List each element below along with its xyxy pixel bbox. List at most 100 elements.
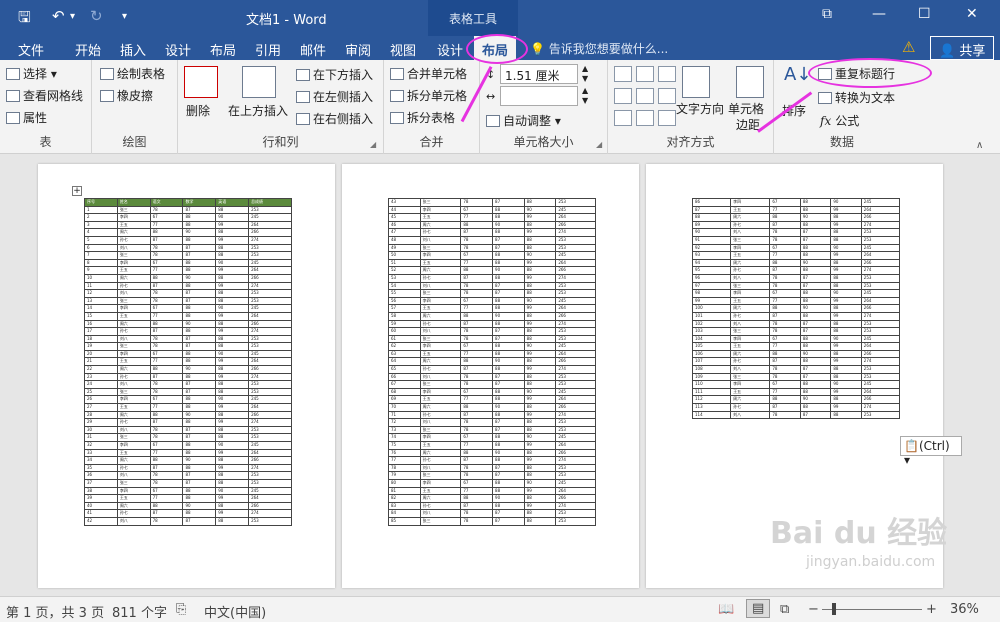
table-row[interactable]: 99 王五 77 88 99 264 bbox=[691, 296, 901, 306]
table-cell[interactable]: 87 bbox=[769, 220, 801, 230]
table-cell[interactable]: 87 bbox=[799, 372, 832, 382]
table-cell[interactable]: 98 bbox=[691, 289, 732, 298]
table-cell[interactable]: 78 bbox=[460, 509, 494, 518]
table-cell[interactable]: 87 bbox=[492, 516, 525, 526]
view-gridlines-button[interactable]: 查看网格线 bbox=[6, 87, 83, 104]
table-cell[interactable]: 15 bbox=[84, 311, 118, 321]
table-cell[interactable]: 28 bbox=[84, 410, 118, 420]
tab-insert[interactable]: 插入 bbox=[120, 40, 146, 59]
table-cell[interactable]: 99 bbox=[830, 266, 862, 275]
table-row[interactable]: 73 张三 78 87 88 253 bbox=[388, 425, 596, 435]
table-cell[interactable]: 88 bbox=[799, 342, 832, 351]
table-cell[interactable]: 70 bbox=[388, 403, 421, 412]
table-cell[interactable]: 100 bbox=[691, 304, 732, 313]
table-cell[interactable]: 李四 bbox=[730, 334, 771, 344]
table-cell[interactable]: 87 bbox=[182, 478, 217, 488]
table-cell[interactable]: 111 bbox=[691, 387, 732, 397]
table-cell[interactable]: 刘八 bbox=[730, 410, 771, 420]
table-cell[interactable]: 5 bbox=[84, 235, 118, 245]
table-cell[interactable]: 87 bbox=[492, 327, 525, 336]
table-cell[interactable]: 88 bbox=[830, 349, 862, 359]
table-cell[interactable]: 264 bbox=[248, 311, 292, 321]
table-cell[interactable]: 99 bbox=[215, 403, 250, 412]
table-cell[interactable]: 88 bbox=[830, 228, 862, 237]
table-cell[interactable]: 李四 bbox=[730, 198, 771, 207]
table-cell[interactable]: 88 bbox=[182, 486, 217, 496]
table-cell[interactable]: 王五 bbox=[419, 258, 462, 268]
table-row[interactable]: 109 张三 78 87 88 253 bbox=[691, 372, 901, 382]
table-cell[interactable]: 67 bbox=[460, 387, 494, 397]
table-cell[interactable]: 88 bbox=[799, 403, 832, 412]
table-cell[interactable]: 99 bbox=[215, 235, 250, 245]
align-bottom-right-icon[interactable] bbox=[658, 110, 676, 126]
table-cell[interactable]: 274 bbox=[555, 365, 596, 374]
table-cell[interactable]: 孙七 bbox=[116, 235, 151, 245]
table-cell[interactable]: 264 bbox=[248, 220, 292, 230]
table-cell[interactable]: 17 bbox=[84, 327, 118, 336]
table-cell[interactable]: 78 bbox=[460, 516, 494, 526]
width-spinner-icon[interactable]: ▲ ▼ bbox=[582, 86, 588, 106]
collapse-ribbon-icon[interactable]: ∧ bbox=[976, 140, 983, 151]
table-cell[interactable]: 88 bbox=[492, 319, 525, 329]
table-cell[interactable]: 82 bbox=[388, 494, 421, 503]
table-row[interactable]: 22 周六 88 90 88 266 bbox=[84, 365, 292, 374]
table-cell[interactable]: 87 bbox=[799, 365, 832, 374]
table-row[interactable]: 70 周六 88 90 88 266 bbox=[388, 403, 596, 412]
table-cell[interactable]: 77 bbox=[769, 296, 801, 306]
table-row[interactable]: 101 孙七 87 88 99 274 bbox=[691, 311, 901, 321]
table-cell[interactable]: 88 bbox=[769, 349, 801, 359]
table-cell[interactable]: 77 bbox=[149, 266, 184, 275]
tab-references[interactable]: 引用 bbox=[255, 40, 281, 59]
table-cell[interactable]: 90 bbox=[799, 258, 832, 268]
table-cell[interactable]: 78 bbox=[149, 387, 184, 397]
table-cell[interactable]: 王五 bbox=[730, 251, 771, 260]
table-cell[interactable]: 266 bbox=[248, 365, 292, 374]
table-cell[interactable]: 245 bbox=[555, 387, 596, 397]
table-row[interactable]: 79 张三 78 87 88 253 bbox=[388, 471, 596, 480]
table-cell[interactable]: 88 bbox=[523, 357, 557, 367]
table-cell[interactable]: 53 bbox=[388, 273, 421, 283]
table-cell[interactable]: 李四 bbox=[419, 342, 462, 351]
table-cell[interactable]: 90 bbox=[215, 213, 250, 222]
table-cell[interactable]: 90 bbox=[523, 478, 557, 488]
table-cell[interactable]: 78 bbox=[149, 243, 184, 253]
table-cell[interactable]: 67 bbox=[769, 243, 801, 253]
table-cell[interactable]: 王五 bbox=[730, 387, 771, 397]
table-row[interactable]: 54 刘八 78 87 88 253 bbox=[388, 281, 596, 291]
table-cell[interactable]: 90 bbox=[182, 456, 217, 465]
table-cell[interactable]: 78 bbox=[460, 418, 494, 427]
table-cell[interactable]: 88 bbox=[182, 509, 217, 518]
table-cell[interactable]: 78 bbox=[460, 463, 494, 473]
table-cell[interactable]: 90 bbox=[830, 380, 862, 389]
table-cell[interactable]: 87 bbox=[799, 235, 832, 245]
close-button[interactable]: ✕ bbox=[966, 6, 978, 22]
table-cell[interactable]: 88 bbox=[492, 213, 525, 222]
table-cell[interactable]: 78 bbox=[460, 372, 494, 382]
table-cell[interactable]: 99 bbox=[523, 228, 557, 237]
table-cell[interactable]: 40 bbox=[84, 501, 118, 511]
table-row[interactable]: 87 王五 77 88 99 264 bbox=[691, 205, 901, 215]
table-cell[interactable]: 31 bbox=[84, 433, 118, 442]
table-row[interactable]: 13 张三 78 87 88 253 bbox=[84, 296, 292, 306]
table-cell[interactable]: 99 bbox=[830, 342, 862, 351]
table-cell[interactable]: 张三 bbox=[116, 205, 151, 215]
table-cell[interactable]: 周六 bbox=[730, 258, 771, 268]
table-cell[interactable]: 88 bbox=[523, 235, 557, 245]
table-cell[interactable]: 87 bbox=[182, 342, 217, 351]
table-cell[interactable]: 16 bbox=[84, 319, 118, 329]
table-cell[interactable]: 106 bbox=[691, 349, 732, 359]
table-cell[interactable]: 90 bbox=[182, 319, 217, 329]
table-cell[interactable]: 87 bbox=[182, 205, 217, 215]
table-cell[interactable]: 75 bbox=[388, 441, 421, 450]
table-cell[interactable]: 90 bbox=[523, 251, 557, 260]
table-cell[interactable]: 周六 bbox=[116, 273, 151, 283]
table-cell[interactable]: 77 bbox=[149, 357, 184, 367]
zoom-slider[interactable] bbox=[822, 609, 922, 610]
table-cell[interactable]: 68 bbox=[388, 387, 421, 397]
table-cell[interactable]: 88 bbox=[492, 349, 525, 359]
table-cell[interactable]: 张三 bbox=[419, 471, 462, 480]
table-cell[interactable]: 99 bbox=[523, 319, 557, 329]
table-cell[interactable]: 张三 bbox=[419, 334, 462, 344]
table-cell[interactable]: 253 bbox=[860, 281, 901, 291]
table-row[interactable]: 3 王五 77 88 99 264 bbox=[84, 220, 292, 230]
